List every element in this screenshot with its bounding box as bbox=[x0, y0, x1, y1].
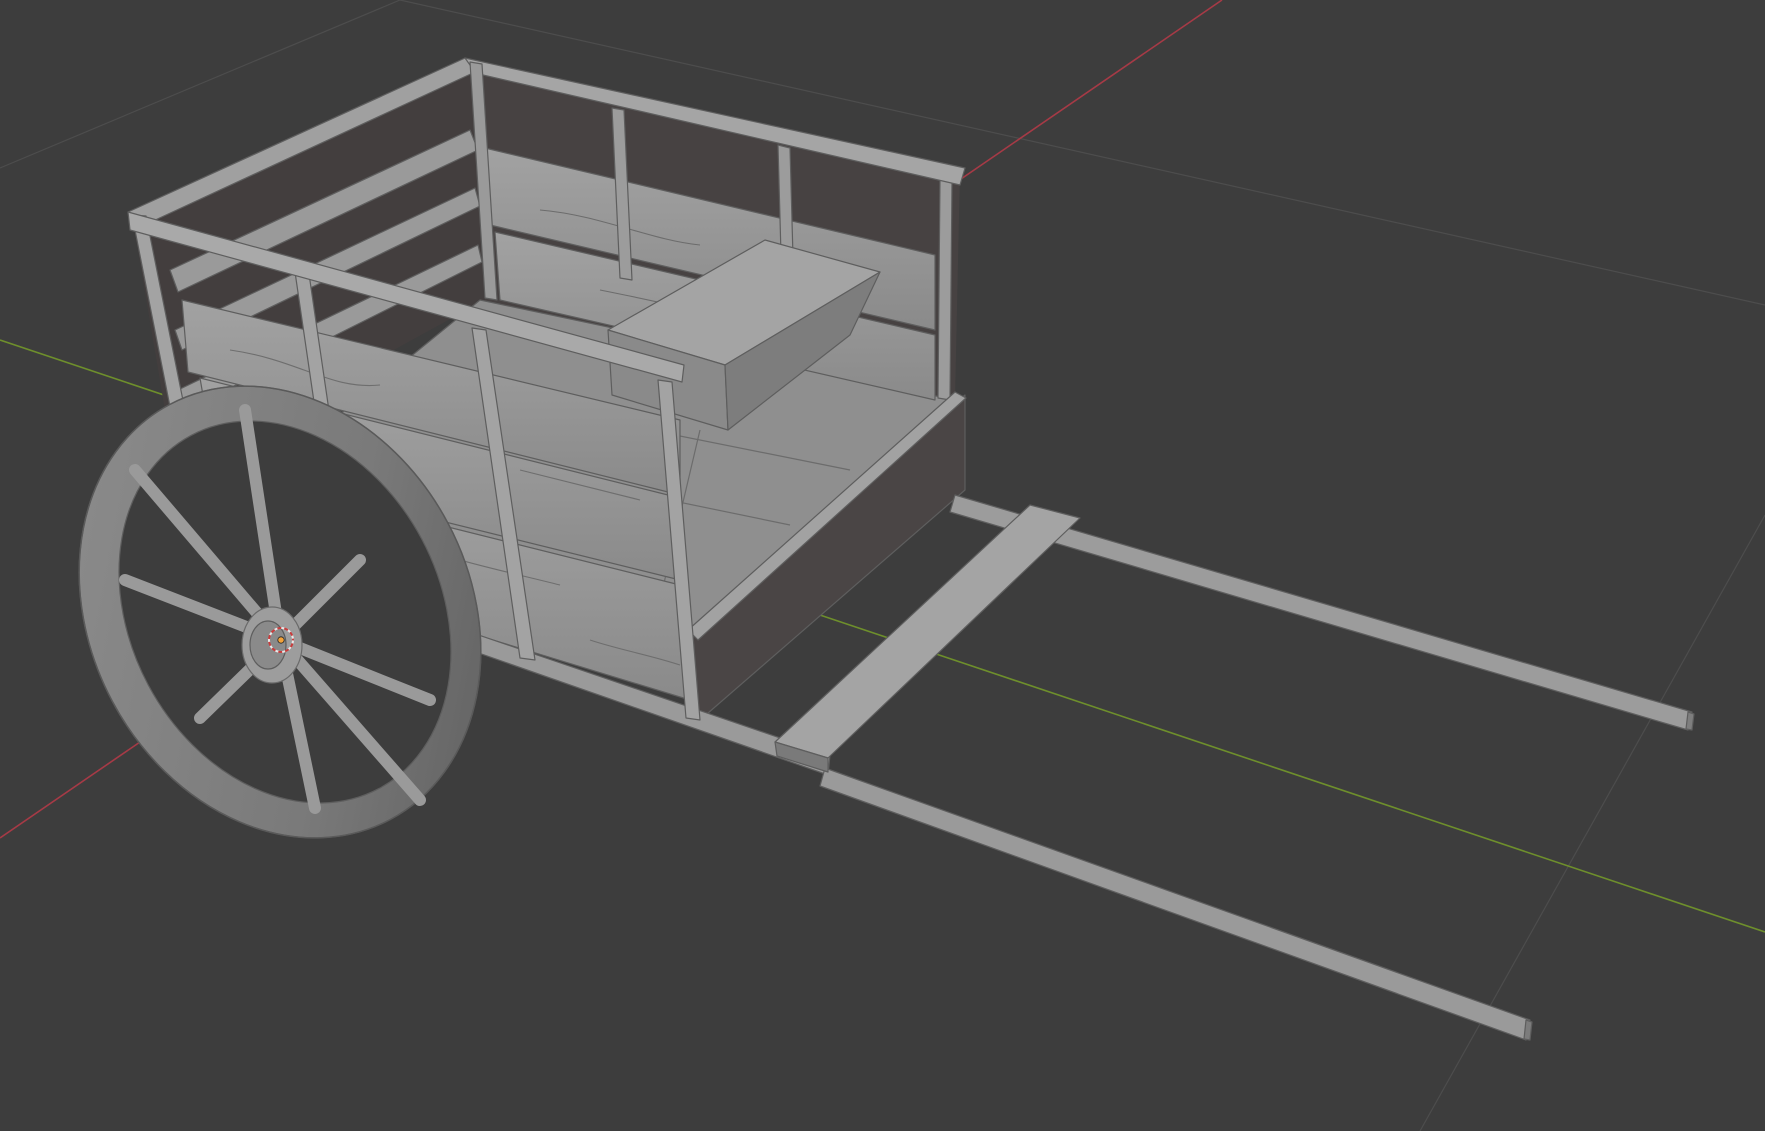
viewport-canvas[interactable] bbox=[0, 0, 1765, 1131]
shaft-right-end bbox=[1685, 711, 1695, 731]
shaft-left bbox=[819, 767, 1531, 1041]
shaft-left-end bbox=[1523, 1019, 1533, 1041]
3d-viewport[interactable] bbox=[0, 0, 1765, 1131]
cart-model[interactable] bbox=[2, 57, 1695, 1041]
